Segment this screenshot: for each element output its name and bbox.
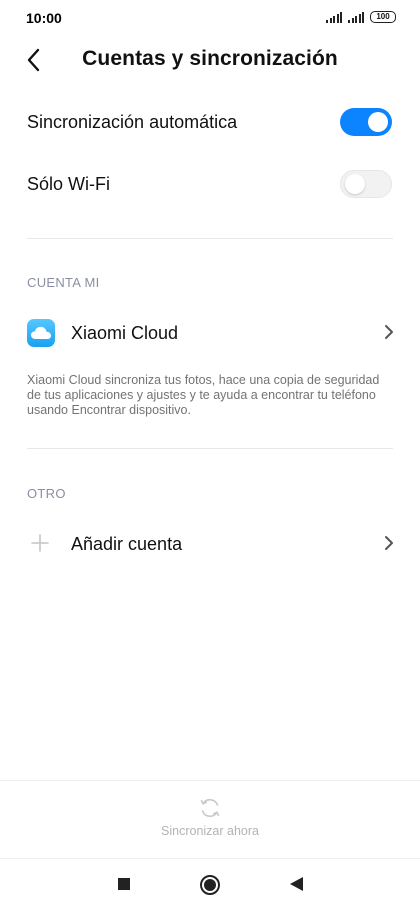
wifi-only-toggle[interactable] xyxy=(340,170,392,198)
plus-icon xyxy=(31,534,49,552)
xiaomi-cloud-description: Xiaomi Cloud sincroniza tus fotos, hace … xyxy=(27,373,380,417)
screen: 10:00 100 Cuentas y sincronización Sincr… xyxy=(0,0,420,910)
battery-icon: 100 xyxy=(370,11,396,23)
back-triangle-icon[interactable] xyxy=(289,876,304,892)
xiaomi-cloud-icon xyxy=(27,319,55,347)
signal-icon-secondary xyxy=(348,11,364,23)
chevron-right-icon xyxy=(385,325,393,339)
section-header-mi-account: CUENTA MI xyxy=(27,275,100,290)
add-account-row[interactable]: Añadir cuenta xyxy=(0,513,420,573)
auto-sync-toggle[interactable] xyxy=(340,108,392,136)
navigation-bar xyxy=(0,859,420,910)
home-circle-icon[interactable] xyxy=(199,874,221,896)
sync-now-button[interactable]: Sincronizar ahora xyxy=(0,790,420,856)
wifi-only-row[interactable]: Sólo Wi-Fi xyxy=(0,156,420,214)
xiaomi-cloud-row[interactable]: Xiaomi Cloud xyxy=(0,302,420,362)
divider xyxy=(27,238,393,239)
page-title: Cuentas y sincronización xyxy=(82,47,338,70)
app-header: Cuentas y sincronización xyxy=(0,36,420,84)
status-time: 10:00 xyxy=(26,10,62,26)
auto-sync-row[interactable]: Sincronización automática xyxy=(0,94,420,152)
sync-now-label: Sincronizar ahora xyxy=(161,824,259,838)
signal-icon xyxy=(326,11,342,23)
status-bar: 10:00 100 xyxy=(0,0,420,36)
section-header-other: OTRO xyxy=(27,486,66,501)
sync-icon xyxy=(200,798,220,818)
add-account-label: Añadir cuenta xyxy=(71,534,183,554)
status-icons: 100 xyxy=(326,11,396,23)
bottom-divider xyxy=(0,780,420,781)
xiaomi-cloud-label: Xiaomi Cloud xyxy=(71,323,179,343)
auto-sync-label: Sincronización automática xyxy=(27,112,238,132)
divider xyxy=(27,448,393,449)
chevron-right-icon xyxy=(385,536,393,550)
wifi-only-label: Sólo Wi-Fi xyxy=(27,174,111,194)
recents-square-icon[interactable] xyxy=(117,877,131,891)
